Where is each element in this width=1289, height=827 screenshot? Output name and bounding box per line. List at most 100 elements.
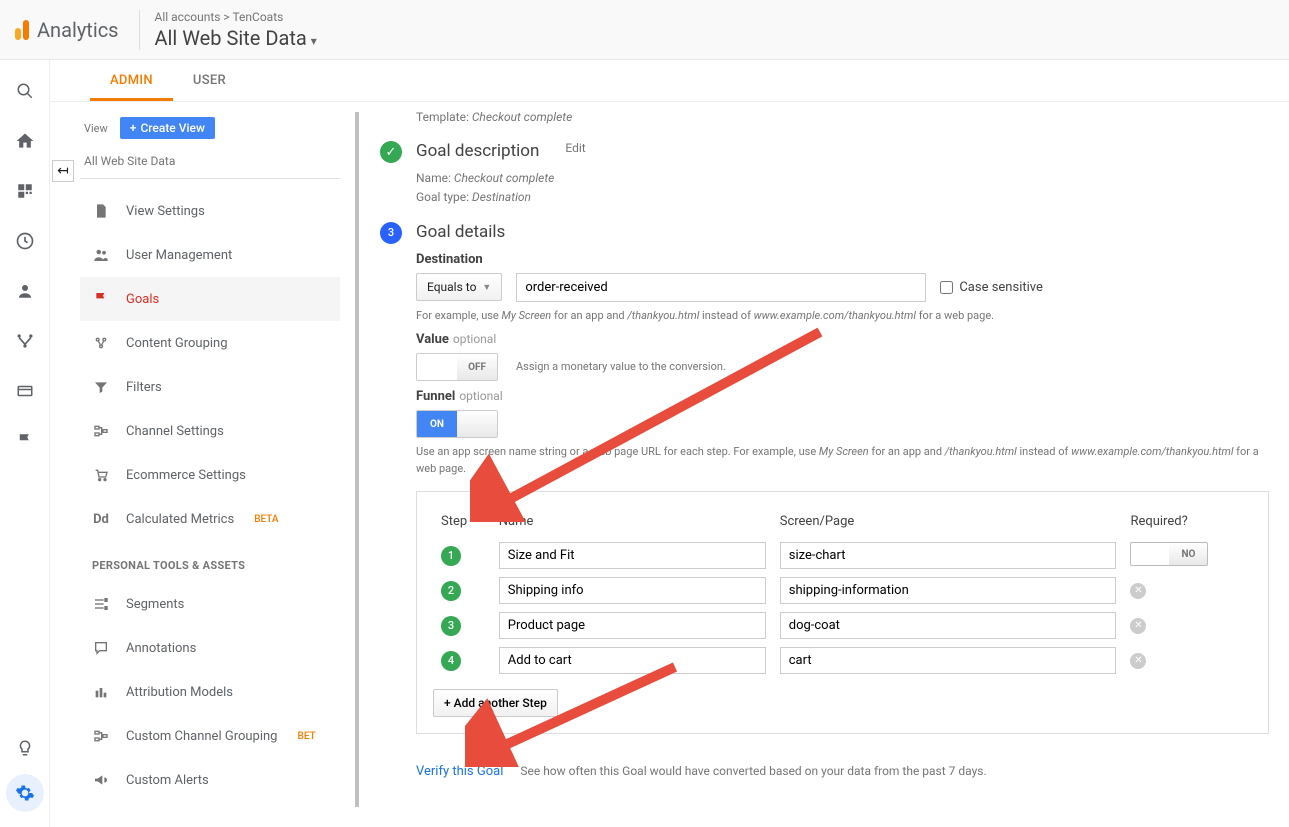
step-page-input[interactable]	[780, 612, 1117, 639]
funnel-help: Use an app screen name string or a web p…	[416, 444, 1269, 477]
edit-link[interactable]: Edit	[565, 141, 585, 155]
step-number-badge: 1	[441, 546, 461, 566]
funnel-step-row: 4 ✕	[435, 644, 1250, 677]
channel-custom-icon	[92, 727, 110, 745]
verify-row: Verify this Goal See how often this Goal…	[416, 764, 1269, 779]
menu-calculated-metrics[interactable]: DdCalculated MetricsBETA	[80, 497, 340, 541]
delete-step-icon[interactable]: ✕	[1130, 653, 1146, 669]
value-toggle[interactable]: OFF	[416, 353, 498, 381]
tab-admin[interactable]: ADMIN	[90, 60, 173, 101]
analytics-logo-icon	[15, 20, 29, 40]
cart-icon	[92, 466, 110, 484]
account-selector[interactable]: All accounts > TenCoats All Web Site Dat…	[139, 10, 317, 50]
step-number-badge: 3	[441, 616, 461, 636]
verify-link[interactable]: Verify this Goal	[416, 764, 503, 779]
view-label: View	[84, 122, 108, 135]
step-3-badge: 3	[380, 222, 402, 244]
view-sidebar: View + Create View All Web Site Data ↤ V…	[50, 102, 340, 827]
home-icon[interactable]	[14, 130, 36, 152]
goal-details-step: 3 Goal details	[380, 222, 1269, 244]
goal-detail-panel: Template: Checkout complete Goal descrip…	[340, 102, 1289, 827]
chevron-down-icon: ▾	[311, 34, 317, 48]
menu-view-settings[interactable]: View Settings	[80, 189, 340, 233]
menu-user-management[interactable]: User Management	[80, 233, 340, 277]
destination-help: For example, use My Screen for an app an…	[416, 308, 1269, 325]
destination-label: Destination	[416, 252, 1269, 267]
check-icon	[380, 141, 402, 163]
menu-attribution[interactable]: Attribution Models	[80, 670, 340, 714]
goal-description-step: Goal description Edit	[380, 141, 1269, 163]
admin-tabs: ADMIN USER	[50, 60, 1289, 102]
menu-content-grouping[interactable]: Content Grouping	[80, 321, 340, 365]
funnel-label: Funneloptional	[416, 389, 1269, 404]
plus-icon: +	[130, 121, 137, 135]
users-icon	[92, 246, 110, 264]
menu-filters[interactable]: Filters	[80, 365, 340, 409]
menu-annotations[interactable]: Annotations	[80, 626, 340, 670]
delete-step-icon[interactable]: ✕	[1130, 618, 1146, 634]
beta-badge: BET	[298, 731, 316, 742]
required-toggle[interactable]: NO	[1130, 542, 1208, 566]
back-button[interactable]: ↤	[52, 160, 74, 182]
step-number-badge: 2	[441, 581, 461, 601]
bars-icon	[92, 683, 110, 701]
step-name-input[interactable]	[499, 612, 766, 639]
match-type-dropdown[interactable]: Equals to▼	[416, 273, 502, 301]
value-help: Assign a monetary value to the conversio…	[516, 359, 726, 376]
channel-icon	[92, 422, 110, 440]
chevron-down-icon: ▼	[482, 282, 491, 293]
grouping-icon	[92, 334, 110, 352]
delete-step-icon[interactable]: ✕	[1130, 583, 1146, 599]
dashboard-icon[interactable]	[14, 180, 36, 202]
view-menu: View Settings User Management Goals Cont…	[80, 189, 340, 802]
megaphone-icon	[92, 771, 110, 789]
case-sensitive-checkbox[interactable]: Case sensitive	[940, 280, 1043, 295]
menu-ecommerce[interactable]: Ecommerce Settings	[80, 453, 340, 497]
comment-icon	[92, 639, 110, 657]
card-icon[interactable]	[14, 380, 36, 402]
clock-icon[interactable]	[14, 230, 36, 252]
flag-icon	[92, 290, 110, 308]
step-name-input[interactable]	[499, 542, 766, 569]
menu-goals[interactable]: Goals	[80, 277, 340, 321]
menu-segments[interactable]: Segments	[80, 582, 340, 626]
funnel-steps-box: Step Name Screen/Page Required? 1 NO2 ✕3…	[416, 491, 1269, 734]
left-iconbar	[0, 60, 50, 827]
create-view-button[interactable]: + Create View	[120, 117, 215, 139]
filter-icon	[92, 378, 110, 396]
document-icon	[92, 202, 110, 220]
segments-icon	[92, 595, 110, 613]
menu-custom-channel[interactable]: Custom Channel GroupingBET	[80, 714, 340, 758]
view-selector[interactable]: All Web Site Data▾	[155, 26, 317, 50]
logo: Analytics	[15, 18, 119, 42]
step-page-input[interactable]	[780, 647, 1117, 674]
step-page-input[interactable]	[780, 542, 1117, 569]
gear-icon[interactable]	[6, 774, 44, 812]
add-step-button[interactable]: + Add another Step	[433, 689, 558, 717]
app-header: Analytics All accounts > TenCoats All We…	[0, 0, 1289, 60]
funnel-path-icon[interactable]	[14, 330, 36, 352]
logo-text: Analytics	[37, 18, 119, 42]
view-name-select[interactable]: All Web Site Data	[80, 149, 340, 179]
user-icon[interactable]	[14, 280, 36, 302]
step-name-input[interactable]	[499, 647, 766, 674]
step-name-input[interactable]	[499, 577, 766, 604]
flag-icon[interactable]	[14, 430, 36, 452]
section-personal-tools: PERSONAL TOOLS & ASSETS	[80, 541, 340, 582]
funnel-step-row: 1 NO	[435, 539, 1250, 572]
step-number-badge: 4	[441, 651, 461, 671]
search-icon[interactable]	[14, 80, 36, 102]
breadcrumb: All accounts > TenCoats	[155, 10, 317, 24]
menu-channel-settings[interactable]: Channel Settings	[80, 409, 340, 453]
lightbulb-icon[interactable]	[14, 737, 36, 759]
funnel-step-row: 2 ✕	[435, 574, 1250, 607]
metrics-icon: Dd	[92, 510, 110, 528]
menu-custom-alerts[interactable]: Custom Alerts	[80, 758, 340, 802]
tab-user[interactable]: USER	[173, 60, 246, 101]
step-page-input[interactable]	[780, 577, 1117, 604]
beta-badge: BETA	[254, 514, 278, 525]
destination-input[interactable]	[516, 273, 926, 302]
funnel-toggle[interactable]: ON	[416, 410, 498, 438]
value-label: Valueoptional	[416, 332, 1269, 347]
funnel-step-row: 3 ✕	[435, 609, 1250, 642]
